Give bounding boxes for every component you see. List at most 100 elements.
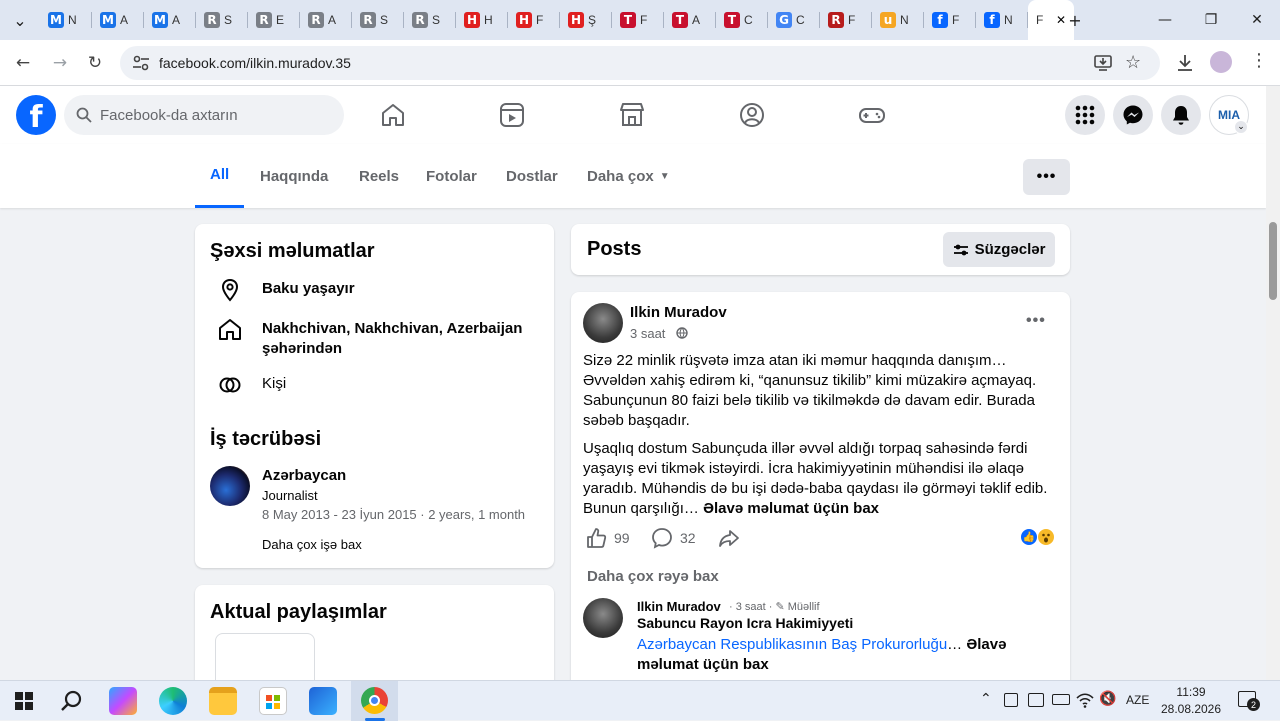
browser-tab[interactable]: fF <box>924 0 976 40</box>
page-scrollbar-thumb[interactable] <box>1269 222 1277 300</box>
browser-tab[interactable]: RF <box>820 0 872 40</box>
tab-title: Ş <box>588 13 597 27</box>
browser-tab[interactable]: HF <box>508 0 560 40</box>
browser-menu-icon[interactable]: ⋮ <box>1250 50 1268 71</box>
wow-reaction-icon[interactable] <box>1037 528 1055 546</box>
browser-tab[interactable]: RS <box>196 0 248 40</box>
browser-tab[interactable]: MA <box>144 0 196 40</box>
see-more-work-link[interactable]: Daha çox işə bax <box>262 537 362 552</box>
post-options-icon[interactable]: ••• <box>1026 312 1046 330</box>
facebook-search-input[interactable]: Facebook-da axtarın <box>64 95 344 135</box>
reload-icon[interactable]: ↻ <box>82 50 108 76</box>
account-avatar[interactable]: MIA ⌄ <box>1209 95 1249 135</box>
browser-tab[interactable]: TC <box>716 0 768 40</box>
browser-tab[interactable]: TF <box>612 0 664 40</box>
tray-overflow-chevron-icon[interactable]: ⌃ <box>980 691 992 707</box>
restore-icon[interactable]: ❐ <box>1188 8 1234 32</box>
reels-icon[interactable] <box>497 100 527 130</box>
posts-title: Posts <box>587 238 642 260</box>
new-tab-plus-icon[interactable]: + <box>1063 8 1087 32</box>
mail-app-icon[interactable] <box>309 687 337 715</box>
edge-browser-icon[interactable] <box>159 687 187 715</box>
like-thumb-icon[interactable] <box>585 527 607 549</box>
microsoft-store-icon[interactable] <box>259 687 287 715</box>
browser-tab[interactable]: uN <box>872 0 924 40</box>
browser-tab[interactable]: MN <box>40 0 92 40</box>
post-time[interactable]: 3 saat <box>630 326 665 341</box>
tab-title: A <box>172 13 181 27</box>
comment-bubble-icon[interactable] <box>651 527 673 549</box>
post-author-name[interactable]: Ilkin Muradov <box>630 304 727 321</box>
notifications-bell-icon[interactable] <box>1161 95 1201 135</box>
share-arrow-icon[interactable] <box>718 527 740 549</box>
browser-tab[interactable]: RE <box>248 0 300 40</box>
facebook-logo-icon[interactable]: f <box>16 95 56 135</box>
comment-mention-link[interactable]: Azərbaycan Respublikasının Baş Prokurorl… <box>637 636 947 653</box>
windows-start-icon[interactable] <box>15 692 33 710</box>
tab-friends[interactable]: Dostlar <box>506 144 558 208</box>
tray-display-icon[interactable] <box>1028 693 1044 707</box>
tab-reels[interactable]: Reels <box>359 144 399 208</box>
back-arrow-icon[interactable]: ← <box>10 50 36 76</box>
profile-tab-bar: All Haqqında Reels Fotolar Dostlar Daha … <box>0 144 1266 208</box>
chrome-taskbar-active[interactable] <box>351 681 398 721</box>
filters-button[interactable]: Süzgəclər <box>943 232 1055 267</box>
browser-tab[interactable]: HH <box>456 0 508 40</box>
install-app-icon[interactable] <box>1093 54 1113 72</box>
file-explorer-icon[interactable] <box>209 687 237 715</box>
profile-more-options-button[interactable]: ••• <box>1023 159 1070 195</box>
hometown-house-icon <box>219 319 241 340</box>
more-comments-link[interactable]: Daha çox rəyə bax <box>587 568 719 585</box>
clock-time[interactable]: 11:39 <box>1162 685 1220 699</box>
clock-date[interactable]: 28.08.2026 <box>1158 702 1224 716</box>
url-text[interactable]: facebook.com/ilkin.muradov.35 <box>159 55 351 71</box>
bookmark-star-icon[interactable]: ☆ <box>1125 52 1141 73</box>
page-scrollbar-track[interactable] <box>1266 86 1280 680</box>
browser-tab[interactable]: RS <box>352 0 404 40</box>
comment-author-avatar[interactable] <box>583 598 623 638</box>
taskbar-search-icon[interactable] <box>60 689 84 713</box>
browser-tab[interactable]: MA <box>92 0 144 40</box>
messenger-icon[interactable] <box>1113 95 1153 135</box>
tab-more[interactable]: Daha çox ▼ <box>587 144 670 208</box>
profile-avatar-icon[interactable] <box>1210 51 1232 73</box>
tab-search-chevron-icon[interactable]: ⌄ <box>8 8 32 32</box>
work-org-text[interactable]: Azərbaycan <box>262 467 346 484</box>
battery-icon[interactable] <box>1052 694 1070 705</box>
site-info-icon[interactable] <box>132 55 150 71</box>
download-icon[interactable] <box>1175 53 1195 73</box>
workplace-logo-image[interactable] <box>210 466 250 506</box>
input-language[interactable]: AZE <box>1126 693 1149 707</box>
menu-grid-icon[interactable] <box>1065 95 1105 135</box>
like-reaction-icon[interactable]: 👍 <box>1020 528 1038 546</box>
browser-tab[interactable]: RS <box>404 0 456 40</box>
volume-muted-icon[interactable]: 🔇 <box>1099 691 1116 707</box>
browser-tab[interactable]: TA <box>664 0 716 40</box>
tab-all[interactable]: All <box>195 144 245 208</box>
see-more-link[interactable]: Əlavə məlumat üçün bax <box>703 500 879 517</box>
browser-tab[interactable]: RA <box>300 0 352 40</box>
browser-tab[interactable]: fN <box>976 0 1028 40</box>
comment-author-name[interactable]: Ilkin Muradov <box>637 599 721 614</box>
post-paragraph-2: Uşaqlıq dostum Sabunçuda illər əvvəl ald… <box>583 439 1053 519</box>
tab-title: A <box>328 13 337 27</box>
tab-about[interactable]: Haqqında <box>260 144 328 208</box>
marketplace-icon[interactable] <box>617 100 647 130</box>
author-avatar[interactable] <box>583 303 623 343</box>
notification-center-icon[interactable]: 2 <box>1238 691 1260 711</box>
close-window-icon[interactable]: ✕ <box>1234 8 1280 32</box>
copilot-icon[interactable] <box>109 687 137 715</box>
browser-tab[interactable]: HŞ <box>560 0 612 40</box>
tab-more-label: Daha çox <box>587 167 654 185</box>
home-icon[interactable] <box>378 100 408 130</box>
forward-arrow-icon[interactable]: → <box>47 50 73 76</box>
profile-circle-icon[interactable] <box>737 100 767 130</box>
account-chevron-icon[interactable]: ⌄ <box>1234 120 1248 134</box>
browser-tab[interactable]: GC <box>768 0 820 40</box>
wifi-icon[interactable] <box>1076 691 1094 709</box>
tab-photos[interactable]: Fotolar <box>426 144 477 208</box>
gaming-icon[interactable] <box>857 100 887 130</box>
minimize-icon[interactable]: — <box>1142 8 1188 32</box>
tray-app-icon[interactable] <box>1004 693 1018 707</box>
address-bar[interactable]: facebook.com/ilkin.muradov.35 ☆ <box>120 46 1160 80</box>
